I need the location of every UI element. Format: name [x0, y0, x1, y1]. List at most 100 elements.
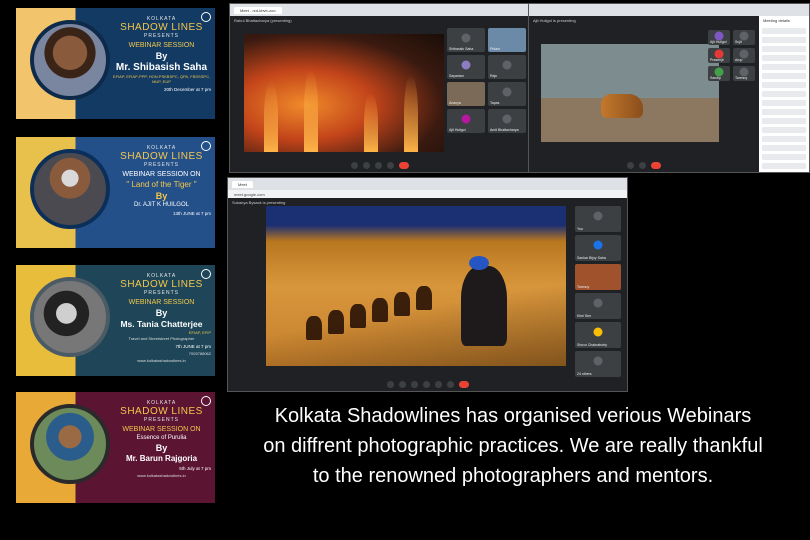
shared-photo-bird-fire [244, 34, 444, 152]
meet-controls [230, 158, 530, 172]
participant-tile[interactable]: Sayantan [447, 55, 485, 79]
participant-tile[interactable]: Tapas [488, 82, 526, 106]
address-bar[interactable]: meet.google.com [228, 190, 627, 198]
camel-rider-shape [461, 256, 507, 346]
meet-screenshot-1: Meet - rzd-kbvb-zoo Rahul Bhattacharya (… [229, 3, 531, 173]
present-icon[interactable] [434, 380, 442, 388]
participant-tile[interactable]: Sandip [708, 66, 730, 81]
by-label: By [155, 191, 168, 201]
participant-tile[interactable]: Raju [488, 55, 526, 79]
speaker-name: Dr. AJIT K HUILGOL [134, 202, 189, 208]
participant-tile[interactable]: Shuvo Chakraborty [575, 322, 621, 348]
brand-presents: PRESENTS [144, 33, 179, 39]
participant-tile[interactable]: Shibasish Saha [447, 28, 485, 52]
webinar-poster-ajit-huilgol: KOLKATA SHADOW LINES PRESENTS WEBINAR SE… [16, 137, 215, 248]
session-topic: Essence of Purulia [136, 435, 187, 441]
present-icon[interactable] [387, 161, 394, 169]
participant-tile[interactable]: Prasenjit [708, 48, 730, 63]
browser-tab-bar [529, 4, 809, 16]
hang-up-button[interactable] [458, 380, 469, 388]
shared-photo-desert-camels [266, 206, 566, 366]
webinar-poster-tania-chatterjee: KOLKATA SHADOW LINES PRESENTS WEBINAR SE… [16, 265, 215, 376]
session-label: WEBINAR SESSION [128, 299, 195, 306]
webinar-poster-shibasish-saha: KOLKATA SHADOW LINES PRESENTS WEBINAR SE… [16, 8, 215, 119]
shared-photo-tiger [541, 44, 719, 142]
speaker-credentials: EFIAP, EFIP [188, 330, 211, 335]
participant-tile[interactable]: Pritam [488, 28, 526, 52]
avatar [461, 114, 471, 124]
avatar [461, 60, 471, 70]
browser-tab[interactable]: Meet - rzd-kbvb-zoo [234, 6, 282, 14]
mic-icon[interactable] [351, 161, 358, 169]
participant-tiles: You Sankar Bijoy Saha Tanmoy Kimi Sen Sh… [575, 206, 621, 377]
participant-tile[interactable]: Sankar Bijoy Saha [575, 235, 621, 261]
participant-tile[interactable]: Tanmoy [733, 66, 755, 81]
brand-title: SHADOW LINES [120, 406, 203, 417]
participant-tiles: Ajit Huilgol Sujit Prasenjit Arup Sandip… [708, 30, 755, 81]
session-date: 13th JUNE at 7 pm [172, 211, 211, 216]
participant-tile[interactable]: 24 others [575, 351, 621, 377]
captions-icon[interactable] [375, 161, 382, 169]
session-label: WEBINAR SESSION [128, 42, 195, 49]
brand-presents: PRESENTS [144, 162, 179, 168]
more-options-icon[interactable] [446, 380, 454, 388]
captions-icon[interactable] [410, 380, 418, 388]
mic-icon[interactable] [386, 380, 394, 388]
avatar [502, 87, 512, 97]
by-label: By [155, 308, 168, 318]
by-label: By [155, 51, 168, 61]
participant-tile[interactable]: Tanmoy [575, 264, 621, 290]
caption-text: Kolkata Shadowlines has organised veriou… [218, 401, 808, 491]
session-label: WEBINAR SESSION ON [122, 171, 201, 178]
avatar [461, 33, 471, 43]
speaker-name: Ms. Tania Chatterjee [120, 319, 203, 329]
participant-tiles: Shibasish Saha Pritam Sayantan Raju Anan… [447, 28, 526, 133]
caption-line-3: to the renowned photographers and mentor… [312, 465, 714, 487]
brand-title: SHADOW LINES [120, 22, 203, 33]
camera-icon[interactable] [363, 161, 370, 169]
speaker-name: Mr. Shibasish Saha [115, 62, 208, 73]
session-date: 7th JUNE at 7 pm [175, 344, 211, 349]
mic-icon[interactable] [627, 161, 634, 169]
website-link: www.kolkatashadowlines.in [137, 473, 186, 478]
avatar [502, 114, 512, 124]
speaker-photo [30, 404, 110, 484]
camera-icon[interactable] [398, 380, 406, 388]
meeting-side-panel: Meeting details [759, 16, 809, 172]
brand-presents: PRESENTS [144, 417, 179, 423]
hang-up-button[interactable] [399, 161, 409, 169]
browser-tab-bar: Meet - rzd-kbvb-zoo [230, 4, 530, 16]
browser-tab-bar: Meet [228, 178, 627, 190]
presenting-label: Rahul Bhattacharya (presenting) [234, 18, 292, 23]
participant-tile[interactable]: Sujit [733, 30, 755, 45]
caption-line-2: on diffrent photographic practices. We a… [263, 435, 763, 457]
contact-phone: 7003788062 [188, 351, 211, 356]
meet-screenshot-2: Ajit Huilgol is presenting Ajit Huilgol … [528, 3, 810, 173]
brand-presents: PRESENTS [144, 290, 179, 296]
participant-tile[interactable]: Arup [733, 48, 755, 63]
speaker-name: Mr. Barun Rajgoria [125, 454, 198, 463]
by-label: By [155, 443, 168, 453]
participant-tile[interactable]: Ananya [447, 82, 485, 106]
speaker-photo [30, 20, 110, 100]
speaker-photo [30, 277, 110, 357]
participant-tile[interactable]: Amit Bhattacharya [488, 109, 526, 133]
speaker-subtitle: Travel and Streetstreet Photographer [128, 336, 195, 341]
meet-screenshot-3: Meet meet.google.com Sukanya Bysack is p… [227, 177, 628, 392]
hang-up-button[interactable] [651, 161, 661, 169]
participant-tile[interactable]: You [575, 206, 621, 232]
browser-tab[interactable]: Meet [232, 180, 253, 188]
session-label: WEBINAR SESSION ON [122, 426, 201, 433]
brand-title: SHADOW LINES [120, 151, 203, 162]
speaker-photo [30, 149, 110, 229]
avatar [502, 60, 512, 70]
session-date: 20th December at 7 pm [163, 87, 211, 92]
session-date: 5th July at 7 pm [179, 466, 211, 471]
participant-tile[interactable]: Kimi Sen [575, 293, 621, 319]
camera-icon[interactable] [639, 161, 646, 169]
participant-tile[interactable]: Ajit Huilgol [708, 30, 730, 45]
tiger-shape [601, 94, 643, 118]
session-topic: " Land of the Tiger " [126, 180, 197, 189]
participant-tile[interactable]: Ajit Huilgol [447, 109, 485, 133]
raise-hand-icon[interactable] [422, 380, 430, 388]
